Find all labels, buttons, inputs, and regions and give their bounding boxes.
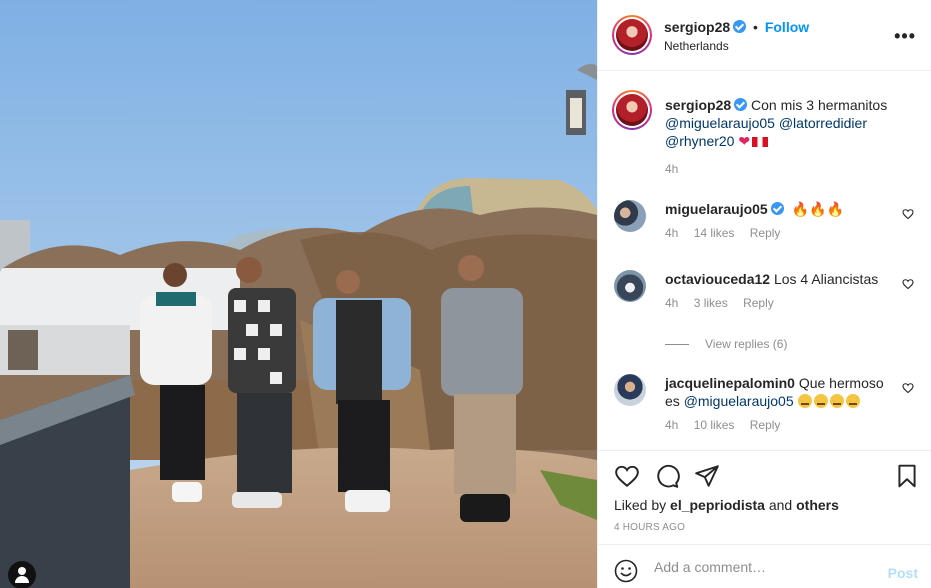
comment-likes[interactable]: 3 likes xyxy=(694,296,728,310)
liked-by-user[interactable]: el_pepriodista xyxy=(670,497,765,513)
add-comment-bar: Post xyxy=(598,544,931,588)
comment-likes[interactable]: 10 likes xyxy=(694,418,735,432)
follow-button[interactable]: Follow xyxy=(765,19,809,35)
like-comment-heart-icon[interactable] xyxy=(902,208,914,220)
post-timestamp[interactable]: 4 HOURS AGO xyxy=(614,522,685,533)
post-photo[interactable] xyxy=(0,0,597,588)
view-replies-button[interactable]: View replies (6) xyxy=(665,337,787,351)
liked-by-prefix: Liked by xyxy=(614,497,667,513)
liked-by-summary: Liked by el_pepriodista and others xyxy=(614,497,839,513)
like-comment-heart-icon[interactable] xyxy=(902,278,914,290)
comment-time[interactable]: 4h xyxy=(665,226,678,240)
reply-button[interactable]: Reply xyxy=(750,226,781,240)
comment-input[interactable] xyxy=(654,559,874,575)
post-actions: Liked by el_pepriodista and others 4 HOU… xyxy=(598,450,931,544)
caption-author-avatar[interactable] xyxy=(612,90,652,130)
bookmark-icon[interactable] xyxy=(894,463,920,489)
reply-button[interactable]: Reply xyxy=(743,296,774,310)
comments-list[interactable]: sergiop28 Con mis 3 hermanitos @miguelar… xyxy=(598,72,931,449)
verified-badge-icon xyxy=(770,202,784,215)
author-username[interactable]: sergiop28 xyxy=(664,19,730,35)
commenter-avatar[interactable] xyxy=(614,374,646,406)
caption-author-username[interactable]: sergiop28 xyxy=(665,97,731,113)
commenter-avatar[interactable] xyxy=(614,200,646,232)
caption-time[interactable]: 4h xyxy=(665,162,678,176)
share-icon[interactable] xyxy=(694,463,720,489)
author-line: sergiop28 • Follow xyxy=(664,19,809,35)
mention-link[interactable]: @latorredidier xyxy=(779,115,867,131)
liked-by-and: and xyxy=(768,497,793,513)
commenter-username[interactable]: jacquelinepalomin0 xyxy=(665,375,795,391)
author-avatar[interactable] xyxy=(612,15,652,55)
expressionless-face-icon xyxy=(797,393,862,409)
liked-by-others[interactable]: others xyxy=(796,497,839,513)
post-sidebar: sergiop28 • Follow Netherlands ••• sergi… xyxy=(597,0,931,588)
post-comment-button[interactable]: Post xyxy=(888,565,918,581)
fire-icon: 🔥🔥🔥 xyxy=(791,201,844,217)
post-location[interactable]: Netherlands xyxy=(664,39,729,53)
mention-link[interactable]: @miguelaraujo05 xyxy=(665,115,775,131)
photo-scene xyxy=(0,0,597,588)
view-replies-line xyxy=(665,344,689,346)
person-2 xyxy=(228,257,296,508)
like-comment-heart-icon[interactable] xyxy=(902,382,914,394)
mention-link[interactable]: @rhyner20 xyxy=(665,133,734,149)
verified-badge-icon xyxy=(733,20,747,33)
emoji-picker-icon[interactable] xyxy=(614,559,638,583)
commenter-avatar[interactable] xyxy=(614,270,646,302)
tagged-user-icon[interactable] xyxy=(8,561,36,588)
peru-flag-icon xyxy=(752,137,769,147)
post-header: sergiop28 • Follow Netherlands ••• xyxy=(598,0,931,71)
commenter-username[interactable]: miguelaraujo05 xyxy=(665,201,768,217)
separator-dot: • xyxy=(753,19,758,35)
heart-emoji-icon: ❤ xyxy=(738,133,751,149)
comment-likes[interactable]: 14 likes xyxy=(694,226,735,240)
commenter-username[interactable]: octaviouceda12 xyxy=(665,271,770,287)
reply-button[interactable]: Reply xyxy=(750,418,781,432)
heart-icon[interactable] xyxy=(614,463,640,489)
more-options-icon[interactable]: ••• xyxy=(894,26,916,47)
comment-time[interactable]: 4h xyxy=(665,296,678,310)
comment-text: Los 4 Aliancistas xyxy=(773,271,879,287)
comment-time[interactable]: 4h xyxy=(665,418,678,432)
verified-badge-icon xyxy=(734,98,748,111)
view-replies-label[interactable]: View replies (6) xyxy=(705,337,787,351)
comment-icon[interactable] xyxy=(654,463,680,489)
caption-text: Con mis 3 hermanitos xyxy=(751,97,888,113)
mention-link[interactable]: @miguelaraujo05 xyxy=(684,393,794,409)
